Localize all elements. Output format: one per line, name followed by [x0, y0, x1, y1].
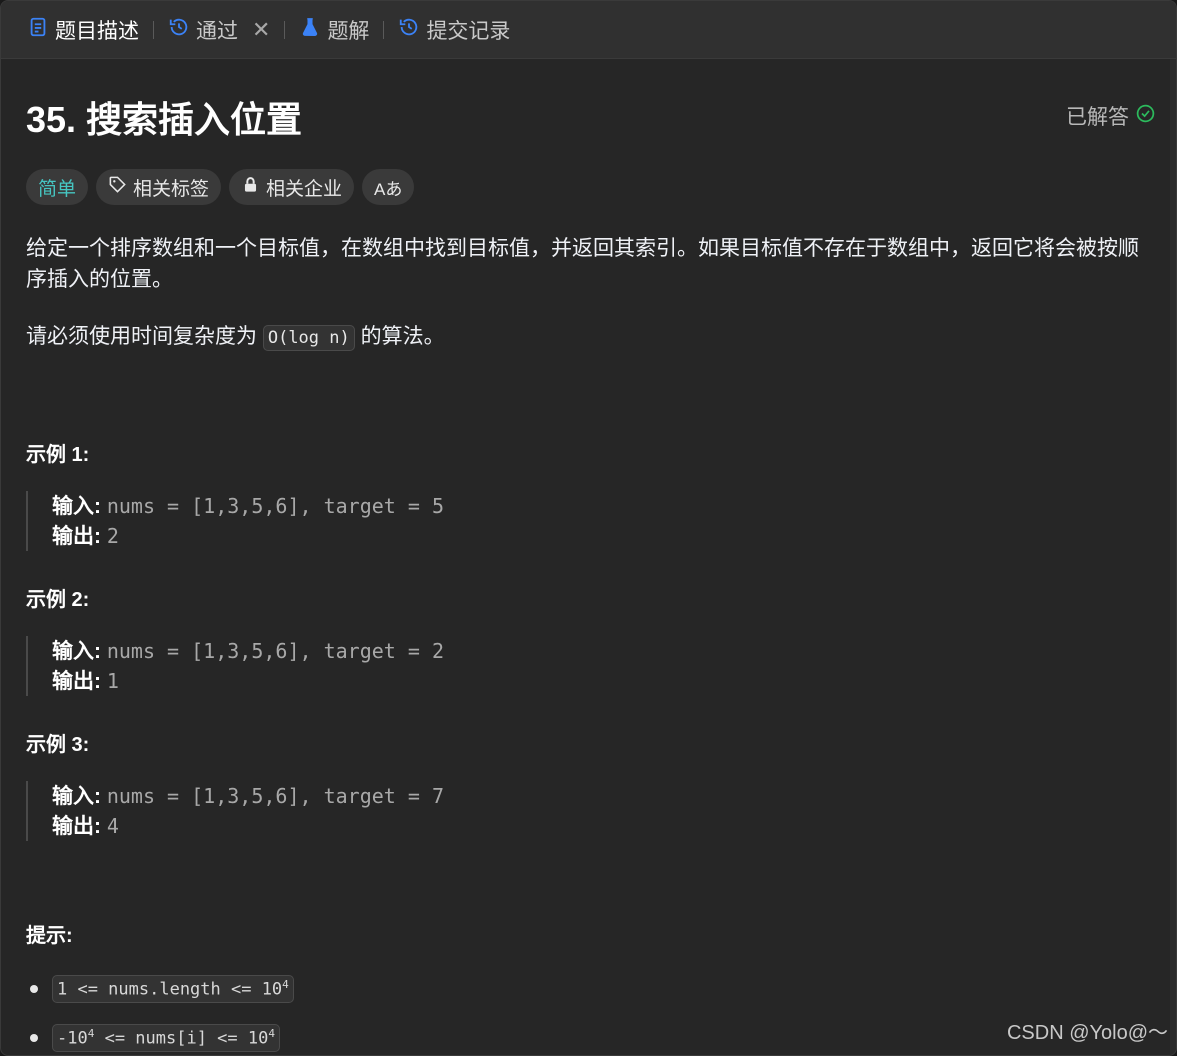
problem-content: 35. 搜索插入位置 已解答 简单 相关标签 相关企业 Aあ 给定一个排序数组和…	[26, 59, 1156, 1055]
description-icon	[27, 16, 49, 44]
problem-description: 给定一个排序数组和一个目标值，在数组中找到目标值，并返回其索引。如果目标值不存在…	[26, 237, 1139, 291]
example-output: 输出: 4	[52, 811, 1156, 841]
example-block: 输入: nums = [1,3,5,6], target = 5 输出: 2	[26, 491, 1156, 551]
problem-panel: 题目描述 通过 ✕ 题解 提交记录 35. 搜索插入位置 已解答 简单 相关标签…	[0, 0, 1177, 1056]
list-item: 1 <= nums.length <= 104	[26, 974, 1156, 1004]
constraint-code: -104 <= nums[i] <= 104	[52, 1024, 280, 1052]
problem-title[interactable]: 35. 搜索插入位置	[26, 91, 302, 143]
constraint-exponent: 4	[282, 978, 289, 992]
constraint-text: -10	[57, 1028, 88, 1049]
example-output: 输出: 2	[52, 521, 1156, 551]
solved-status: 已解答	[1066, 101, 1156, 131]
complexity-requirement: 请必须使用时间复杂度为 O(log n) 的算法。	[26, 321, 1156, 354]
translate-icon: Aあ	[374, 179, 403, 199]
tab-accepted-label: 通过	[196, 19, 238, 43]
flask-icon	[299, 16, 321, 44]
history-icon	[168, 16, 190, 44]
output-value: 4	[106, 814, 119, 838]
example-output: 输出: 1	[52, 666, 1156, 696]
tab-solutions[interactable]: 题解	[293, 1, 375, 59]
check-circle-icon	[1135, 103, 1156, 130]
input-label: 输入:	[52, 495, 101, 518]
output-label: 输出:	[52, 815, 101, 838]
input-value: nums = [1,3,5,6], target = 5	[106, 494, 444, 518]
constraints-list: 1 <= nums.length <= 104 -104 <= nums[i] …	[26, 974, 1156, 1053]
constraints-title: 提示:	[26, 925, 73, 947]
example-block: 输入: nums = [1,3,5,6], target = 2 输出: 1	[26, 636, 1156, 696]
tag-row: 简单 相关标签 相关企业 Aあ	[26, 169, 1156, 205]
tab-solutions-label: 题解	[327, 19, 370, 43]
tab-description-label: 题目描述	[55, 19, 139, 43]
input-value: nums = [1,3,5,6], target = 2	[106, 639, 444, 663]
list-item: -104 <= nums[i] <= 104	[26, 1023, 1156, 1053]
example-title: 示例 2:	[26, 589, 90, 611]
example-title: 示例 1:	[26, 444, 90, 466]
solved-label: 已解答	[1066, 106, 1129, 129]
complexity-suffix: 的算法。	[360, 325, 445, 348]
bullet-icon	[30, 1034, 38, 1042]
input-value: nums = [1,3,5,6], target = 7	[106, 784, 444, 808]
tab-submissions-label: 提交记录	[426, 19, 511, 43]
watermark: CSDN @Yolo@～	[1006, 1022, 1168, 1044]
complexity-code: O(log n)	[262, 325, 355, 351]
tab-divider	[153, 20, 154, 39]
output-value: 1	[106, 669, 119, 693]
output-value: 2	[106, 524, 119, 548]
constraint-text: 1 <= nums.length <= 10	[57, 979, 283, 1000]
related-companies-label: 相关企业	[266, 178, 343, 200]
input-label: 输入:	[52, 785, 101, 808]
related-companies-button[interactable]: 相关企业	[229, 169, 355, 205]
title-row: 35. 搜索插入位置 已解答	[26, 59, 1156, 169]
constraint-exponent: 4	[268, 1027, 275, 1041]
example-title: 示例 3:	[26, 734, 90, 756]
example-input: 输入: nums = [1,3,5,6], target = 2	[52, 636, 1156, 666]
input-label: 输入:	[52, 640, 101, 663]
bullet-icon	[30, 985, 38, 993]
output-label: 输出:	[52, 670, 101, 693]
translate-button[interactable]: Aあ	[362, 169, 415, 205]
scrollbar[interactable]	[1170, 59, 1176, 1055]
tab-description[interactable]: 题目描述	[21, 1, 145, 59]
tab-divider	[284, 20, 286, 39]
constraint-text: <= nums[i] <= 10	[94, 1028, 269, 1049]
tab-bar: 题目描述 通过 ✕ 题解 提交记录	[1, 1, 1176, 59]
complexity-prefix: 请必须使用时间复杂度为	[26, 325, 257, 348]
output-label: 输出:	[52, 525, 101, 548]
related-tags-button[interactable]: 相关标签	[96, 169, 222, 205]
example-block: 输入: nums = [1,3,5,6], target = 7 输出: 4	[26, 781, 1156, 841]
difficulty-label: 简单	[38, 178, 77, 200]
example-input: 输入: nums = [1,3,5,6], target = 5	[52, 491, 1156, 521]
example-input: 输入: nums = [1,3,5,6], target = 7	[52, 781, 1156, 811]
constraint-code: 1 <= nums.length <= 104	[52, 975, 294, 1003]
tab-divider	[383, 20, 385, 39]
history-icon	[398, 16, 420, 44]
difficulty-badge: 简单	[26, 169, 89, 205]
lock-icon	[241, 175, 260, 200]
tab-submissions[interactable]: 提交记录	[392, 1, 516, 59]
tag-icon	[108, 175, 127, 200]
tab-accepted[interactable]: 通过 ✕	[162, 1, 276, 59]
close-icon[interactable]: ✕	[252, 17, 270, 43]
related-tags-label: 相关标签	[133, 178, 210, 200]
